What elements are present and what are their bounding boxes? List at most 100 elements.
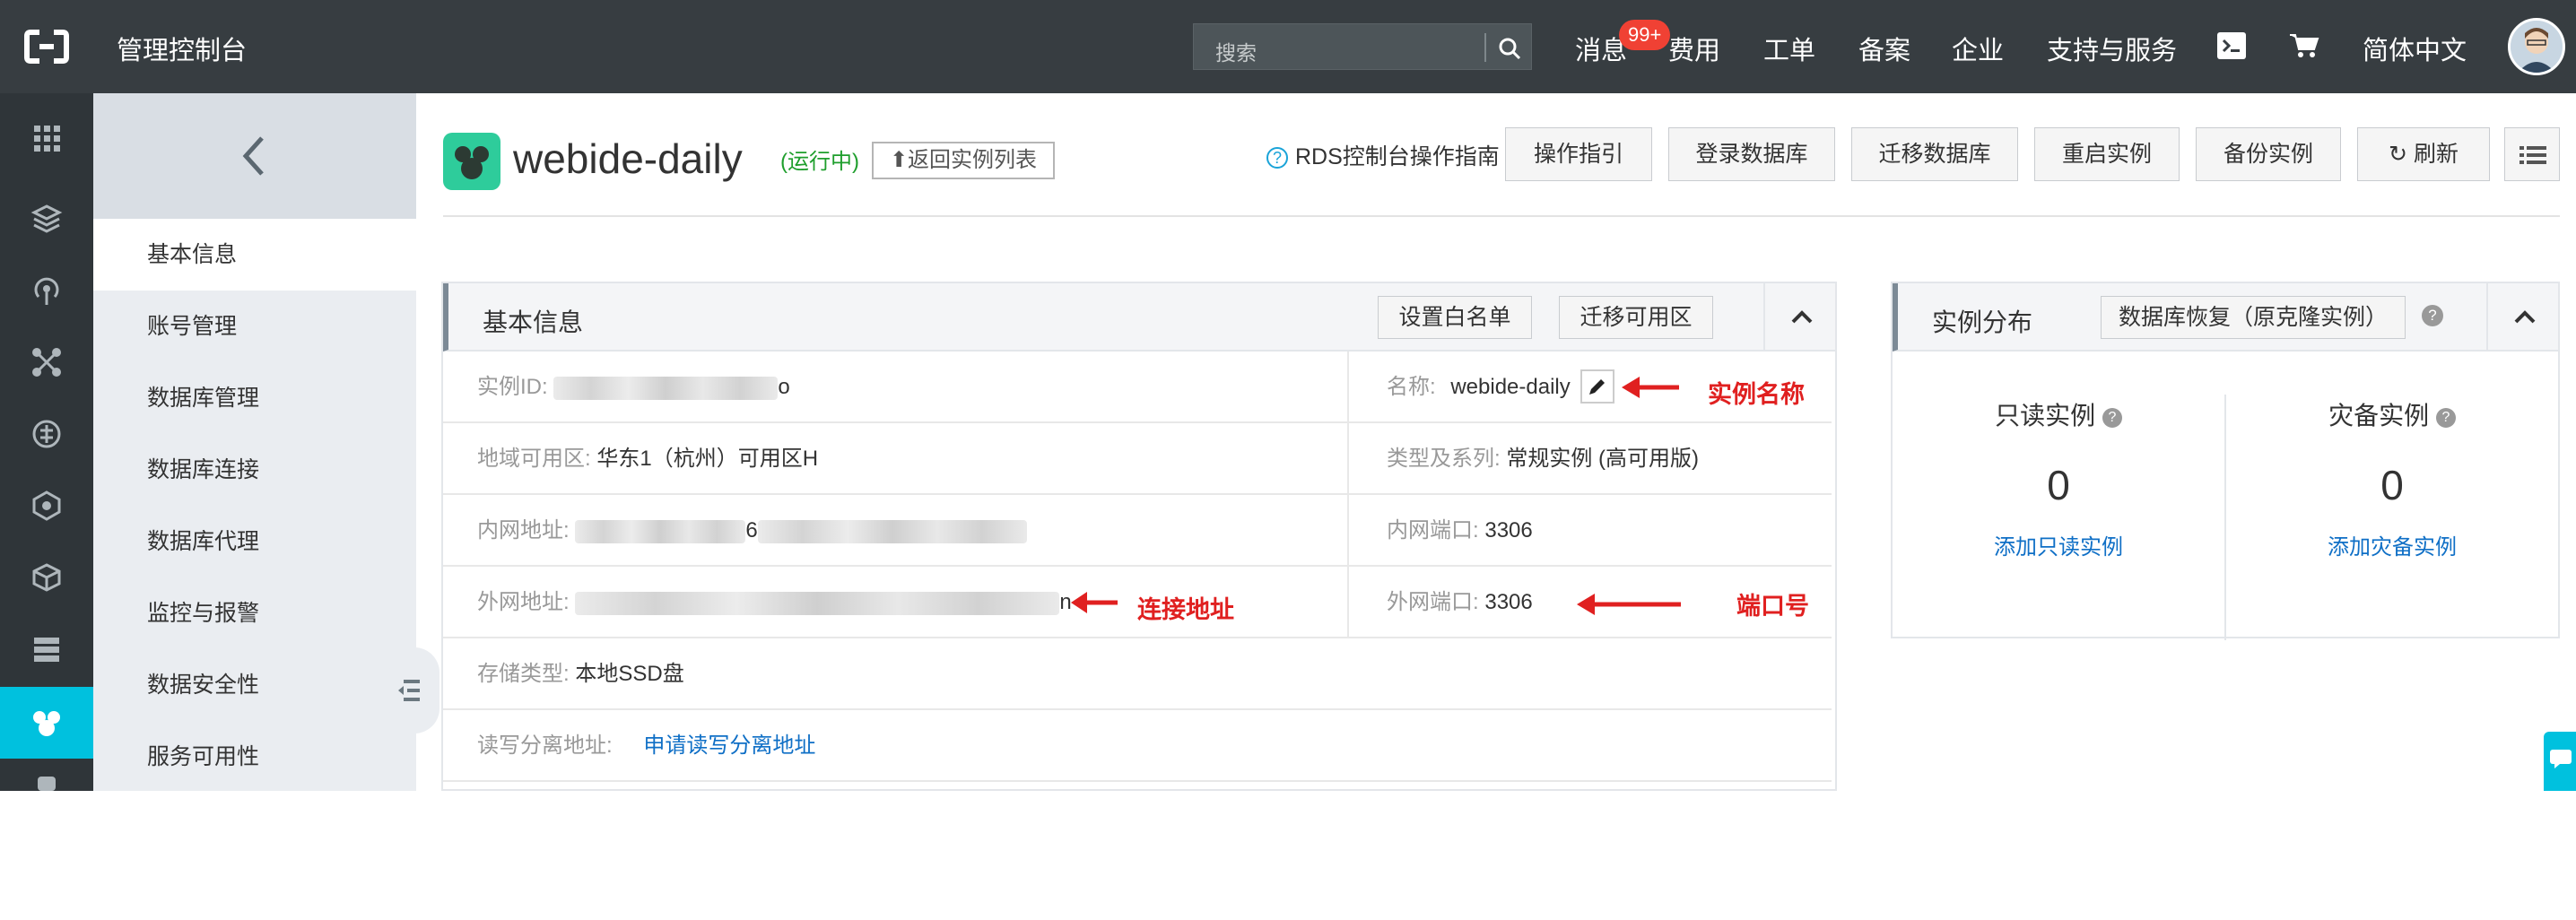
instance-id-cell: 实例ID: o [477,352,790,423]
sidebar-item-monitoring[interactable]: 监控与报警 [93,577,416,649]
sidebar-item-security[interactable]: 数据安全性 [93,649,416,721]
nav-support[interactable]: 支持与服务 [2047,30,2177,67]
instance-name-title: webide-daily [513,135,743,182]
redacted-intranet-address-part2 [757,519,1027,543]
redacted-instance-id [553,376,779,400]
server-icon[interactable] [29,631,65,667]
back-to-list-button[interactable]: ⬆返回实例列表 [872,142,1055,179]
readonly-count: 0 [2047,462,2070,508]
layers-icon[interactable] [29,201,65,237]
storage-cell: 存储类型: 本地SSD盘 [477,638,684,710]
help-icon[interactable]: ? [2422,305,2443,326]
internet-port-label: 外网端口: [1387,590,1479,614]
column-divider [1347,567,1349,638]
internet-port-value: 3306 [1484,590,1533,614]
arrow-left-icon [1071,592,1118,613]
nav-language[interactable]: 简体中文 [2363,30,2467,67]
add-disaster-link[interactable]: 添加灾备实例 [2226,529,2558,560]
column-divider [1347,495,1349,567]
basic-info-panel: 基本信息 设置白名单 迁移可用区 实例ID: o 名称: webide-dail… [441,282,1837,791]
collapse-panel-button[interactable] [1763,283,1837,352]
column-divider [1347,352,1349,423]
nav-tickets[interactable]: 工单 [1763,30,1815,67]
console-title[interactable]: 管理控制台 [117,30,247,67]
user-avatar[interactable] [2508,18,2565,75]
type-cell: 类型及系列: 常规实例 (高可用版) [1387,423,1699,495]
type-label: 类型及系列: [1387,447,1501,471]
migrate-database-button[interactable]: 迁移数据库 [1851,127,2018,181]
sidebar-item-db-proxy[interactable]: 数据库代理 [93,506,416,577]
restart-instance-button[interactable]: 重启实例 [2034,127,2180,181]
sidebar-collapse-handle[interactable] [389,647,439,733]
sidebar-item-availability[interactable]: 服务可用性 [93,721,416,793]
backup-instance-button[interactable]: 备份实例 [2196,127,2341,181]
help-icon[interactable]: ? [2435,407,2456,428]
secondary-sidebar: 基本信息 账号管理 数据库管理 数据库连接 数据库代理 监控与报警 数据安全性 … [93,93,439,793]
distribution-title: 实例分布 [1932,308,2033,336]
collapse-icon [398,680,420,701]
search-divider [1484,33,1486,62]
box-icon[interactable] [29,560,65,595]
arrow-left-icon [1622,377,1679,398]
sidebar-item-db-connection[interactable]: 数据库连接 [93,434,416,506]
grid-menu-icon[interactable] [29,120,65,156]
column-divider [1347,423,1349,495]
rds-icon [33,711,60,736]
aliyun-logo-icon[interactable] [23,27,70,66]
nav-billing[interactable]: 费用 [1668,30,1720,67]
cube-icon[interactable] [29,488,65,524]
table-row: 地域可用区: 华东1（杭州）可用区H 类型及系列: 常规实例 (高可用版) [443,423,1832,495]
instance-status: (运行中) [780,150,859,174]
apply-rw-split-link[interactable]: 申请读写分离地址 [643,733,815,758]
search-icon[interactable] [1495,34,1524,63]
readonly-label: 只读实例 [1995,402,2096,430]
sidebar-item-basic-info[interactable]: 基本信息 [93,219,416,291]
region-label: 地域可用区: [477,447,591,471]
avatar-icon [2511,21,2563,73]
sidebar-item-databases[interactable]: 数据库管理 [93,362,416,434]
internet-port-cell: 外网端口: 3306 [1387,567,1533,638]
intranet-port-label: 内网端口: [1387,518,1479,542]
network-icon[interactable] [29,344,65,380]
annotation-instance-name: 实例名称 [1708,381,1805,408]
intranet-port-cell: 内网端口: 3306 [1387,495,1533,567]
list-icon [2519,146,2546,164]
signal-icon[interactable] [29,273,65,308]
annotation-port: 端口号 [1736,593,1809,620]
top-bar: 管理控制台 搜索 消息 99+ 费用 工单 备案 企业 支持与服务 简体中文 [0,0,2576,93]
nav-enterprise[interactable]: 企业 [1952,30,2004,67]
collapse-distribution-button[interactable] [2486,283,2560,352]
list-view-button[interactable] [2504,127,2560,181]
login-database-button[interactable]: 登录数据库 [1668,127,1835,181]
intranet-port-value: 3306 [1484,518,1533,542]
add-readonly-link[interactable]: 添加只读实例 [1893,529,2224,560]
more-tools-icon[interactable] [29,773,65,791]
edit-name-button[interactable] [1580,369,1614,404]
terminal-icon[interactable] [2217,32,2246,59]
table-row: 存储类型: 本地SSD盘 [443,638,1832,710]
help-icon[interactable]: ? [2102,407,2122,428]
operation-guide-button[interactable]: 操作指引 [1505,127,1652,181]
chat-icon [2550,750,2572,768]
search-input[interactable]: 搜索 [1193,23,1532,70]
help-circle-icon: ? [1266,147,1288,169]
back-chevron-icon[interactable] [237,133,273,179]
sidebar-item-accounts[interactable]: 账号管理 [93,291,416,362]
floating-help-widget[interactable] [2544,732,2576,791]
name-cell: 名称: webide-daily [1387,352,1571,423]
rail-item-rds-active[interactable] [0,687,93,759]
instance-id-label: 实例ID: [477,375,548,399]
instance-logo-icon [443,133,500,190]
set-whitelist-button[interactable]: 设置白名单 [1378,296,1532,339]
back-to-list-label: 返回实例列表 [908,148,1038,172]
console-guide-link[interactable]: ? RDS控制台操作指南 [1266,139,1500,171]
readonly-instances-block: 只读实例 ? 0 添加只读实例 [1893,352,2224,920]
console-guide-label: RDS控制台操作指南 [1295,144,1500,169]
migrate-zone-button[interactable]: 迁移可用区 [1559,296,1713,339]
refresh-button[interactable]: ↻ 刷新 [2357,127,2490,181]
globe-icon[interactable] [29,416,65,452]
database-restore-button[interactable]: 数据库恢复（原克隆实例） [2101,296,2406,339]
cart-icon[interactable] [2289,32,2319,59]
nav-icp[interactable]: 备案 [1858,30,1910,67]
storage-value: 本地SSD盘 [575,662,684,686]
